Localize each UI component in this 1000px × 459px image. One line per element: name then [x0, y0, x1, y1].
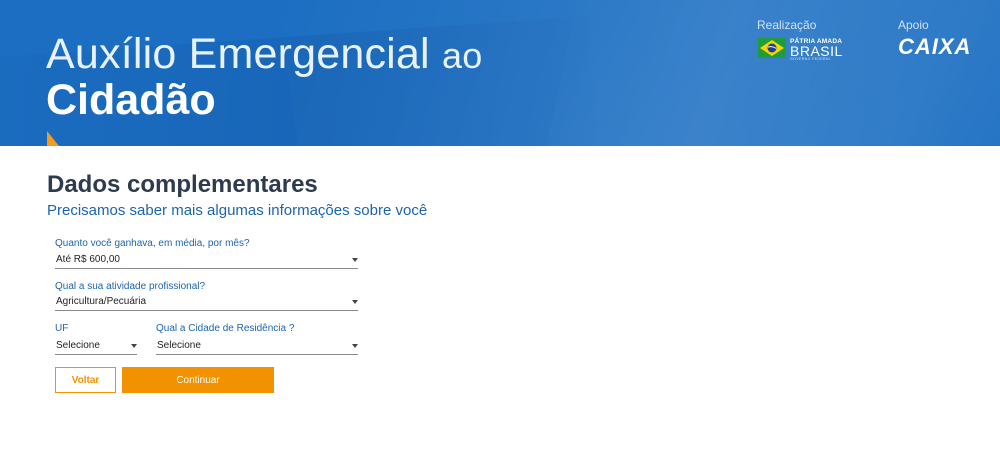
income-label: Quanto você ganhava, em média, por mês? [55, 238, 250, 249]
chevron-down-icon [352, 300, 358, 304]
occupation-select[interactable]: Agricultura/Pecuária [55, 295, 358, 311]
gov-logo-text-bottom: GOVERNO FEDERAL [790, 57, 832, 61]
uf-select-value: Selecione [56, 340, 100, 351]
chevron-down-icon [352, 258, 358, 262]
brazil-flag-icon [758, 38, 786, 58]
chevron-down-icon [352, 344, 358, 348]
city-select[interactable]: Selecione [156, 339, 358, 355]
realizacao-label: Realização [757, 18, 817, 32]
form-title: Dados complementares [47, 171, 318, 198]
back-button[interactable]: Voltar [55, 367, 116, 393]
form-subtitle: Precisamos saber mais algumas informaçõe… [47, 202, 428, 219]
income-select[interactable]: Até R$ 600,00 [55, 253, 358, 269]
header-banner: Auxílio Emergencial ao Cidadão Realizaçã… [0, 0, 1000, 146]
header-title-main: Auxílio Emergencial [46, 30, 430, 78]
apoio-label: Apoio [898, 18, 929, 32]
city-label: Qual a Cidade de Residência ? [156, 323, 295, 334]
caixa-logo: CAIXA [898, 34, 972, 59]
corner-accent-triangle [47, 131, 59, 146]
page: Auxílio Emergencial ao Cidadão Realizaçã… [0, 0, 1000, 459]
chevron-down-icon [131, 344, 137, 348]
header-title-suffix: ao [441, 35, 483, 76]
occupation-select-value: Agricultura/Pecuária [56, 296, 147, 307]
city-select-value: Selecione [157, 340, 201, 351]
header-title-line1: Auxílio Emergencial ao [46, 30, 482, 79]
continue-button[interactable]: Continuar [122, 367, 274, 393]
occupation-label: Qual a sua atividade profissional? [55, 281, 206, 292]
income-select-value: Até R$ 600,00 [56, 254, 120, 265]
uf-label: UF [55, 323, 69, 334]
governo-federal-logo: PÁTRIA AMADA BRASIL GOVERNO FEDERAL [758, 38, 842, 61]
uf-select[interactable]: Selecione [55, 339, 137, 355]
header-title-line2: Cidadão [46, 76, 216, 124]
